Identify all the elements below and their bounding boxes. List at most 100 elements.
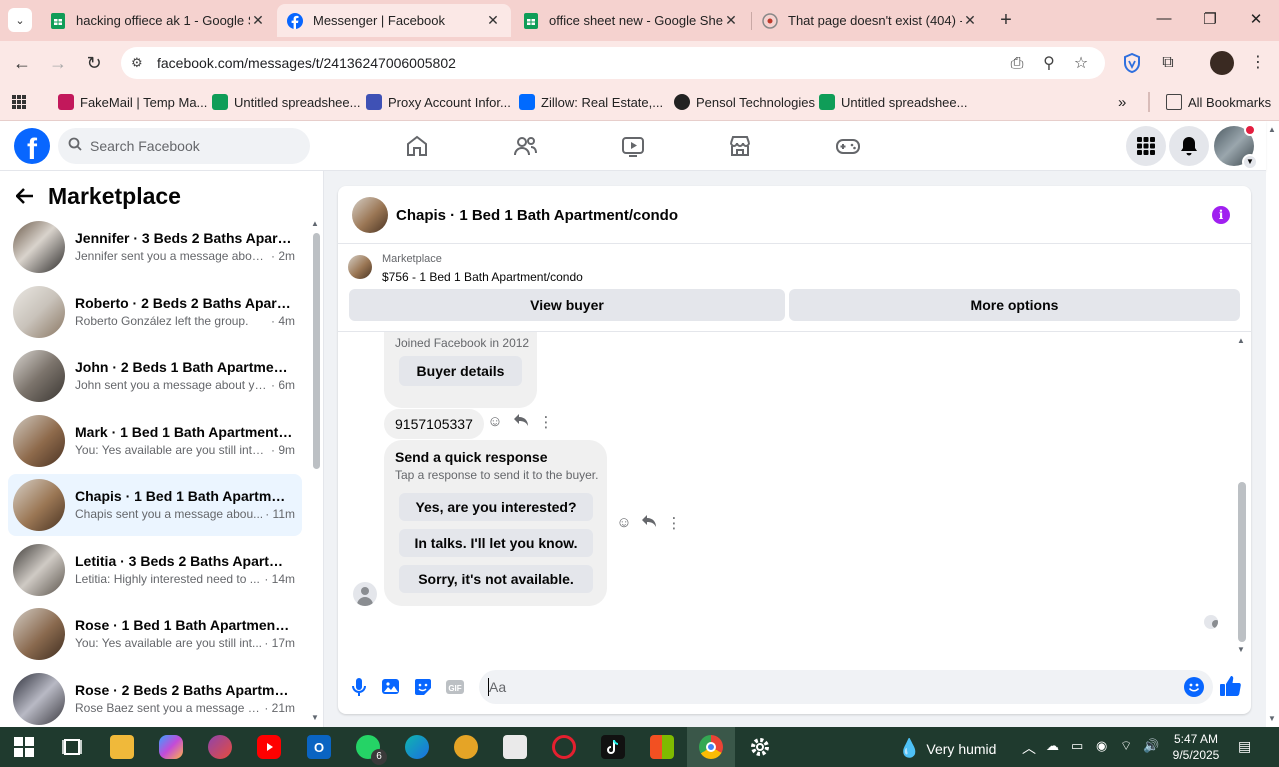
address-bar[interactable]: ⚙ facebook.com/messages/t/24136247006005… <box>121 47 1105 79</box>
home-icon[interactable] <box>404 133 430 159</box>
microphone-icon[interactable] <box>348 676 370 698</box>
menu-grid-icon[interactable] <box>1126 126 1166 166</box>
battery-icon[interactable]: ▭ <box>1071 738 1083 754</box>
conversation-item[interactable]: John · 2 Beds 1 Bath Apartment/... John … <box>8 345 302 407</box>
quick-response-unavailable-button[interactable]: Sorry, it's not available. <box>399 565 593 593</box>
new-tab-icon[interactable]: + <box>996 10 1016 30</box>
chat-scrollbar[interactable] <box>1238 482 1246 642</box>
more-options-button[interactable]: More options <box>789 289 1240 321</box>
opera-icon[interactable] <box>552 735 576 759</box>
close-tab-icon[interactable]: ✕ <box>250 12 266 29</box>
bookmark-star-icon[interactable]: ☆ <box>1071 54 1091 74</box>
back-arrow-icon[interactable] <box>15 184 34 210</box>
microsoft-store-icon[interactable] <box>650 735 674 759</box>
volume-icon[interactable]: 🔊 <box>1143 738 1159 754</box>
bookmark-fakemail[interactable]: FakeMail | Temp Ma... <box>58 92 207 112</box>
conversation-item[interactable]: Mark · 1 Bed 1 Bath Apartment/... You: Y… <box>8 410 302 472</box>
profile-avatar-icon[interactable] <box>1210 51 1234 75</box>
weather-widget[interactable]: 💧 Very humid <box>898 738 996 759</box>
conversation-item[interactable]: Letitia · 3 Beds 2 Baths Apartme... Leti… <box>8 539 302 601</box>
tab-search-icon[interactable]: ⌄ <box>8 8 32 32</box>
quick-response-talks-button[interactable]: In talks. I'll let you know. <box>399 529 593 557</box>
wifi-icon[interactable]: ⌔ <box>1120 738 1132 754</box>
medal-app-icon[interactable] <box>454 735 478 759</box>
chat-avatar[interactable] <box>352 197 388 233</box>
extensions-puzzle-icon[interactable]: ⧉ <box>1156 51 1180 75</box>
extension-shield-icon[interactable] <box>1120 51 1144 75</box>
app-icon[interactable] <box>503 735 527 759</box>
copilot-icon[interactable] <box>159 735 183 759</box>
whatsapp-icon[interactable]: 6 <box>356 735 387 765</box>
scroll-down-icon[interactable]: ▼ <box>1237 645 1245 654</box>
page-scroll-up-icon[interactable]: ▲ <box>1268 125 1276 134</box>
tiktok-icon[interactable] <box>601 735 625 759</box>
marketplace-icon[interactable] <box>727 133 753 159</box>
browser-tab-4[interactable]: That page doesn't exist (404) - F ✕ <box>752 4 988 37</box>
windows-start-icon[interactable] <box>12 735 36 759</box>
browser-tab-2[interactable]: Messenger | Facebook ✕ <box>277 4 511 37</box>
more-actions-icon[interactable]: ⋮ <box>665 514 683 532</box>
gaming-icon[interactable] <box>835 133 861 159</box>
settings-gear-icon[interactable] <box>748 735 772 759</box>
show-hidden-icons-icon[interactable]: ︿ <box>1022 738 1036 758</box>
info-icon[interactable]: i <box>1212 206 1230 224</box>
quick-response-yes-button[interactable]: Yes, are you interested? <box>399 493 593 521</box>
conversation-item-active[interactable]: Chapis · 1 Bed 1 Bath Apartment... Chapi… <box>8 474 302 536</box>
account-avatar[interactable]: ▼ <box>1214 124 1258 170</box>
back-icon[interactable]: ← <box>11 52 33 74</box>
onedrive-icon[interactable]: ☁ <box>1046 738 1059 754</box>
outlook-icon[interactable]: O <box>307 735 331 759</box>
buyer-details-button[interactable]: Buyer details <box>399 356 522 386</box>
facebook-logo[interactable]: f <box>14 128 50 164</box>
conversation-item[interactable]: Rose · 1 Bed 1 Bath Apartment/c... You: … <box>8 603 302 665</box>
react-emoji-icon[interactable]: ☺ <box>615 514 633 531</box>
chrome-icon[interactable] <box>699 735 723 759</box>
scroll-down-icon[interactable]: ▼ <box>311 713 319 722</box>
file-explorer-icon[interactable] <box>110 735 134 759</box>
close-window-icon[interactable]: ✕ <box>1246 10 1266 30</box>
zoom-icon[interactable]: ⚲ <box>1039 54 1059 74</box>
browser-tab-1[interactable]: hacking offiece ak 1 - Google Sh ✕ <box>40 4 276 37</box>
reply-icon[interactable] <box>640 514 658 532</box>
more-bookmarks-icon[interactable]: » <box>1118 92 1126 112</box>
system-clock[interactable]: 5:47 AM 9/5/2025 <box>1168 731 1224 763</box>
apps-grid-icon[interactable] <box>11 92 27 112</box>
react-emoji-icon[interactable]: ☺ <box>486 413 504 430</box>
thumbs-up-icon[interactable] <box>1218 674 1244 700</box>
reload-icon[interactable]: ↻ <box>83 52 105 74</box>
gif-icon[interactable]: GIF <box>444 676 466 698</box>
bookmark-spreadsheet-1[interactable]: Untitled spreadshee... <box>212 92 360 112</box>
video-icon[interactable] <box>620 133 646 159</box>
conversation-item[interactable]: Jennifer · 3 Beds 2 Baths Apart... Jenni… <box>8 216 302 278</box>
all-bookmarks-button[interactable]: All Bookmarks <box>1166 92 1271 112</box>
camera-icon[interactable]: ◉ <box>1096 738 1107 754</box>
notifications-bell-icon[interactable] <box>1169 126 1209 166</box>
notification-center-icon[interactable]: ▤ <box>1238 738 1251 755</box>
app-icon[interactable] <box>208 735 232 759</box>
reply-icon[interactable] <box>512 413 530 431</box>
close-tab-icon[interactable]: ✕ <box>485 12 501 29</box>
facebook-search-input[interactable]: Search Facebook <box>58 128 310 164</box>
scroll-up-icon[interactable]: ▲ <box>311 219 319 228</box>
minimize-icon[interactable]: — <box>1154 10 1174 30</box>
conversation-item[interactable]: Roberto · 2 Beds 2 Baths Apart... Robert… <box>8 281 302 343</box>
conversation-item[interactable]: Rose · 2 Beds 2 Baths Apartmen... Rose B… <box>8 668 302 727</box>
bookmark-proxy[interactable]: Proxy Account Infor... <box>366 92 511 112</box>
sticker-icon[interactable] <box>412 676 434 698</box>
scroll-up-icon[interactable]: ▲ <box>1237 336 1245 345</box>
site-info-icon[interactable]: ⚙ <box>131 55 143 71</box>
task-view-icon[interactable] <box>60 735 84 759</box>
forward-icon[interactable]: → <box>47 52 69 74</box>
emoji-icon[interactable] <box>1184 677 1204 697</box>
install-app-icon[interactable]: ⎙ <box>1007 54 1027 74</box>
close-tab-icon[interactable]: ✕ <box>723 12 739 29</box>
youtube-icon[interactable] <box>257 735 281 759</box>
edge-icon[interactable] <box>405 735 429 759</box>
sidebar-scrollbar[interactable] <box>313 233 320 469</box>
page-scroll-down-icon[interactable]: ▼ <box>1268 714 1276 723</box>
photo-icon[interactable] <box>380 676 402 698</box>
restore-icon[interactable]: ❐ <box>1200 10 1220 30</box>
view-buyer-button[interactable]: View buyer <box>349 289 785 321</box>
browser-menu-icon[interactable]: ⋮ <box>1246 51 1270 75</box>
bookmark-zillow[interactable]: Zillow: Real Estate,... <box>519 92 663 112</box>
